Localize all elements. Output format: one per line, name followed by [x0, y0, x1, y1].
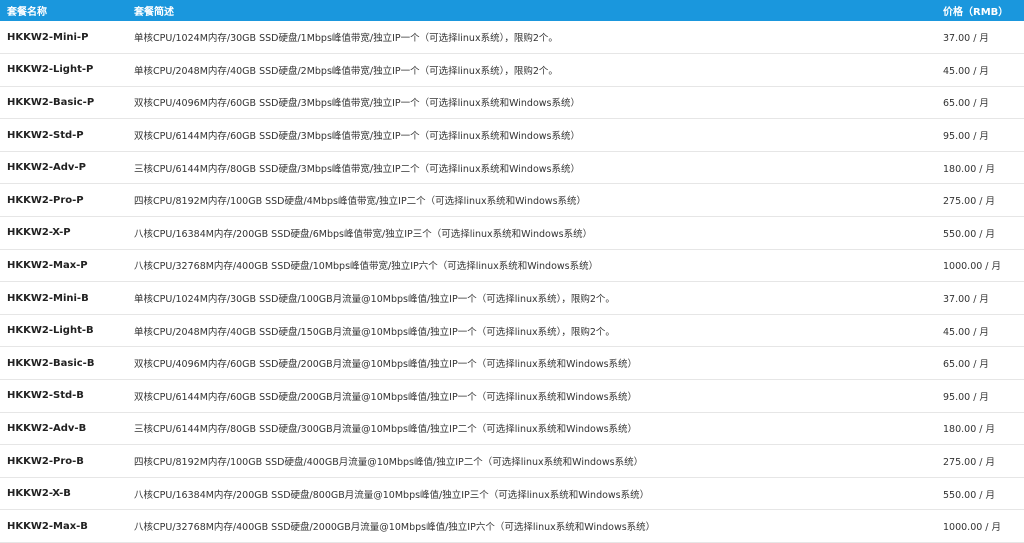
plan-name-cell: HKKW2-Max-P	[7, 259, 88, 271]
plan-name-cell: HKKW2-Std-P	[7, 129, 84, 141]
plan-description-cell: 三核CPU/6144M内存/80GB SSD硬盘/3Mbps峰值带宽/独立IP二…	[134, 163, 580, 175]
table-body: HKKW2-Mini-P 单核CPU/1024M内存/30GB SSD硬盘/1M…	[0, 21, 1024, 543]
header-row: 套餐名称 套餐简述 价格（RMB）	[0, 0, 1024, 21]
table-row: HKKW2-Basic-B 双核CPU/4096M内存/60GB SSD硬盘/2…	[0, 347, 1024, 380]
plan-description-cell: 双核CPU/4096M内存/60GB SSD硬盘/200GB月流量@10Mbps…	[134, 359, 638, 371]
plan-price-cell: 95.00 / 月	[943, 131, 989, 143]
header-plan-description: 套餐简述	[134, 7, 174, 18]
plan-description-cell: 双核CPU/6144M内存/60GB SSD硬盘/200GB月流量@10Mbps…	[134, 391, 638, 403]
header-price: 价格（RMB）	[943, 7, 1009, 18]
plan-price-cell: 37.00 / 月	[943, 294, 989, 306]
plan-description-cell: 八核CPU/32768M内存/400GB SSD硬盘/10Mbps峰值带宽/独立…	[134, 261, 599, 273]
plan-description-cell: 双核CPU/4096M内存/60GB SSD硬盘/3Mbps峰值带宽/独立IP一…	[134, 98, 580, 110]
table-row: HKKW2-Light-P 单核CPU/2048M内存/40GB SSD硬盘/2…	[0, 54, 1024, 87]
plan-name-cell: HKKW2-Max-B	[7, 520, 88, 532]
pricing-table: 套餐名称 套餐简述 价格（RMB） HKKW2-Mini-P 单核CPU/102…	[0, 0, 1024, 543]
table-row: HKKW2-Pro-P 四核CPU/8192M内存/100GB SSD硬盘/4M…	[0, 184, 1024, 217]
plan-price-cell: 65.00 / 月	[943, 98, 989, 110]
plan-price-cell: 275.00 / 月	[943, 196, 995, 208]
plan-price-cell: 1000.00 / 月	[943, 522, 1002, 534]
plan-name-cell: HKKW2-X-P	[7, 227, 71, 239]
plan-name-cell: HKKW2-Adv-P	[7, 162, 86, 174]
table-row: HKKW2-Max-B 八核CPU/32768M内存/400GB SSD硬盘/2…	[0, 510, 1024, 543]
table-row: HKKW2-Mini-B 单核CPU/1024M内存/30GB SSD硬盘/10…	[0, 282, 1024, 315]
plan-price-cell: 45.00 / 月	[943, 65, 989, 77]
header-plan-name: 套餐名称	[7, 7, 47, 18]
plan-price-cell: 550.00 / 月	[943, 228, 995, 240]
plan-description-cell: 八核CPU/32768M内存/400GB SSD硬盘/2000GB月流量@10M…	[134, 522, 656, 534]
plan-price-cell: 95.00 / 月	[943, 391, 989, 403]
plan-description-cell: 单核CPU/1024M内存/30GB SSD硬盘/100GB月流量@10Mbps…	[134, 294, 615, 306]
plan-name-cell: HKKW2-Mini-P	[7, 31, 89, 43]
table-row: HKKW2-Mini-P 单核CPU/1024M内存/30GB SSD硬盘/1M…	[0, 21, 1024, 54]
plan-description-cell: 单核CPU/2048M内存/40GB SSD硬盘/2Mbps峰值带宽/独立IP一…	[134, 65, 558, 77]
plan-price-cell: 550.00 / 月	[943, 489, 995, 501]
plan-name-cell: HKKW2-Adv-B	[7, 422, 87, 434]
table-row: HKKW2-X-B 八核CPU/16384M内存/200GB SSD硬盘/800…	[0, 477, 1024, 510]
plan-description-cell: 单核CPU/2048M内存/40GB SSD硬盘/150GB月流量@10Mbps…	[134, 326, 615, 338]
plan-name-cell: HKKW2-Mini-B	[7, 292, 89, 304]
plan-description-cell: 八核CPU/16384M内存/200GB SSD硬盘/6Mbps峰值带宽/独立I…	[134, 228, 593, 240]
plan-description-cell: 双核CPU/6144M内存/60GB SSD硬盘/3Mbps峰值带宽/独立IP一…	[134, 131, 580, 143]
table-row: HKKW2-Max-P 八核CPU/32768M内存/400GB SSD硬盘/1…	[0, 249, 1024, 282]
plan-name-cell: HKKW2-Light-P	[7, 64, 94, 76]
plan-description-cell: 单核CPU/1024M内存/30GB SSD硬盘/1Mbps峰值带宽/独立IP一…	[134, 33, 558, 45]
plan-description-cell: 八核CPU/16384M内存/200GB SSD硬盘/800GB月流量@10Mb…	[134, 489, 650, 501]
plan-name-cell: HKKW2-Pro-B	[7, 455, 84, 467]
table-row: HKKW2-Adv-P 三核CPU/6144M内存/80GB SSD硬盘/3Mb…	[0, 151, 1024, 184]
table-row: HKKW2-Std-P 双核CPU/6144M内存/60GB SSD硬盘/3Mb…	[0, 119, 1024, 152]
plan-description-cell: 四核CPU/8192M内存/100GB SSD硬盘/4Mbps峰值带宽/独立IP…	[134, 196, 587, 208]
plan-description-cell: 四核CPU/8192M内存/100GB SSD硬盘/400GB月流量@10Mbp…	[134, 457, 644, 469]
plan-price-cell: 37.00 / 月	[943, 33, 989, 45]
plan-name-cell: HKKW2-Basic-P	[7, 96, 95, 108]
plan-price-cell: 275.00 / 月	[943, 457, 995, 469]
plan-description-cell: 三核CPU/6144M内存/80GB SSD硬盘/300GB月流量@10Mbps…	[134, 424, 638, 436]
plan-name-cell: HKKW2-Basic-B	[7, 357, 95, 369]
plan-name-cell: HKKW2-Light-B	[7, 325, 94, 337]
table-row: HKKW2-Adv-B 三核CPU/6144M内存/80GB SSD硬盘/300…	[0, 412, 1024, 445]
plan-price-cell: 180.00 / 月	[943, 424, 995, 436]
table-row: HKKW2-Basic-P 双核CPU/4096M内存/60GB SSD硬盘/3…	[0, 86, 1024, 119]
table-row: HKKW2-Pro-B 四核CPU/8192M内存/100GB SSD硬盘/40…	[0, 445, 1024, 478]
plan-price-cell: 45.00 / 月	[943, 326, 989, 338]
plan-name-cell: HKKW2-Std-B	[7, 390, 84, 402]
plan-name-cell: HKKW2-Pro-P	[7, 194, 84, 206]
table-row: HKKW2-X-P 八核CPU/16384M内存/200GB SSD硬盘/6Mb…	[0, 217, 1024, 250]
table-row: HKKW2-Light-B 单核CPU/2048M内存/40GB SSD硬盘/1…	[0, 314, 1024, 347]
plan-price-cell: 1000.00 / 月	[943, 261, 1002, 273]
table-header: 套餐名称 套餐简述 价格（RMB）	[0, 0, 1024, 21]
plan-name-cell: HKKW2-X-B	[7, 488, 71, 500]
plan-price-cell: 180.00 / 月	[943, 163, 995, 175]
table-row: HKKW2-Std-B 双核CPU/6144M内存/60GB SSD硬盘/200…	[0, 380, 1024, 413]
plan-price-cell: 65.00 / 月	[943, 359, 989, 371]
